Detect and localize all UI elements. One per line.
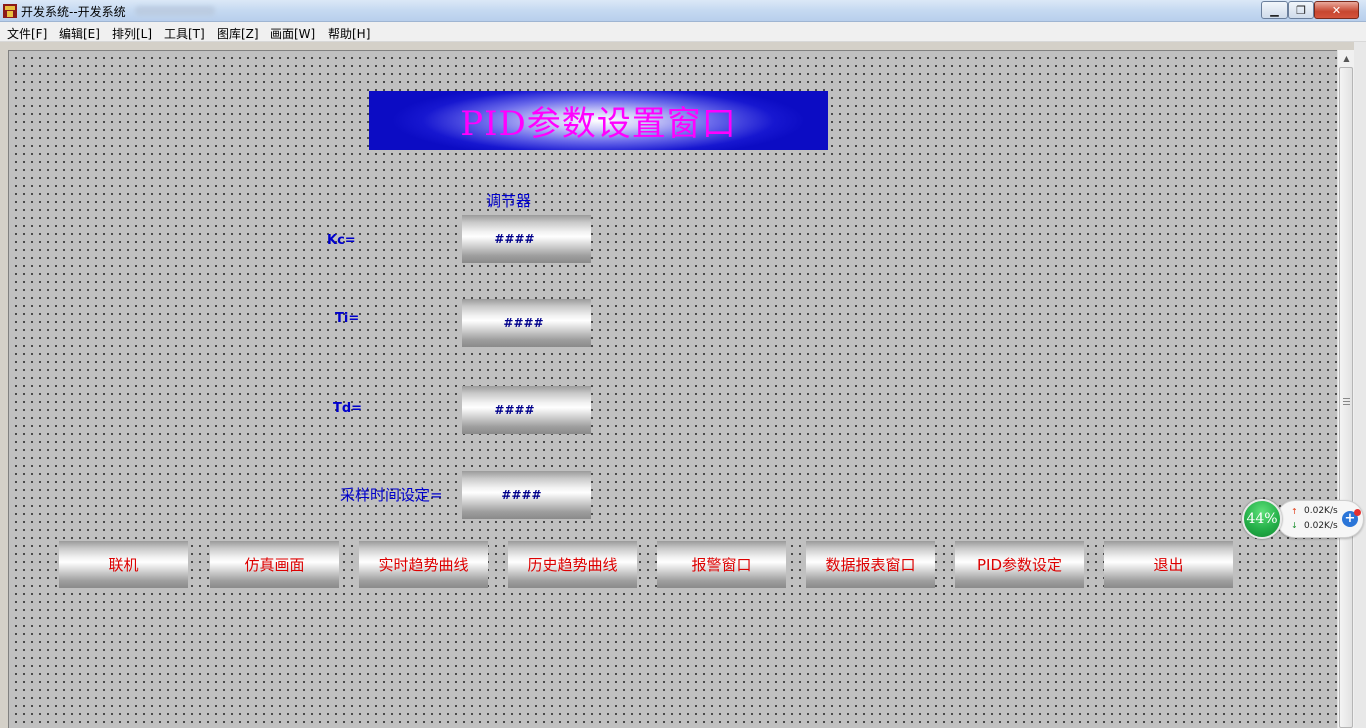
nav-pid-settings-label: PID参数设定 [976,556,1063,574]
close-button[interactable]: ✕ [1314,1,1359,19]
param-td-field[interactable]: #### [462,386,591,434]
nav-history-trend-button[interactable]: 历史趋势曲线 [508,541,637,588]
menu-file[interactable]: 文件[F] [7,25,47,42]
param-kc-label: Kc= [327,233,356,248]
window-title: 开发系统--开发系统 [21,5,126,19]
window-right-edge [1354,42,1366,728]
menu-arrange[interactable]: 排列[L] [112,25,152,42]
nav-exit-button[interactable]: 退出 [1104,541,1233,588]
nav-online-button[interactable]: 联机 [59,541,188,588]
param-kc-field[interactable]: #### [462,215,591,263]
nav-exit-label: 退出 [1153,556,1184,574]
menu-screen[interactable]: 画面[W] [270,25,315,42]
menu-tools[interactable]: 工具[T] [164,25,205,42]
nav-report-button[interactable]: 数据报表窗口 [806,541,935,588]
vertical-scrollbar[interactable]: ▲ [1337,50,1354,728]
upload-speed: 0.02K/s [1304,506,1338,516]
menu-library[interactable]: 图库[Z] [217,25,259,42]
title-banner: PID参数设置窗口 [369,91,828,150]
minimize-icon: ▁ [1270,3,1279,17]
scroll-up-icon[interactable]: ▲ [1338,50,1355,67]
usage-percent: 44% [1246,511,1278,527]
nav-simulation-label: 仿真画面 [244,556,305,574]
menu-help[interactable]: 帮助[H] [328,25,370,42]
network-speed-widget[interactable]: 44% ↑ 0.02K/s ↓ 0.02K/s + [1242,499,1364,539]
param-ti-value: #### [503,316,544,330]
menu-bar: 文件[F] 编辑[E] 排列[L] 工具[T] 图库[Z] 画面[W] 帮助[H… [0,22,1366,42]
nav-realtime-trend-button[interactable]: 实时趋势曲线 [359,541,488,588]
title-blurred-region [135,6,215,16]
minimize-button[interactable]: ▁ [1261,1,1288,19]
scroll-thumb[interactable] [1339,67,1353,728]
nav-pid-settings-button[interactable]: PID参数设定 [955,541,1084,588]
nav-online-label: 联机 [108,556,139,574]
nav-realtime-trend-label: 实时趋势曲线 [378,556,469,574]
grip-icon [1343,398,1350,405]
param-sample-time-label: 采样时间设定= [340,486,443,504]
section-label: 调节器 [486,192,532,210]
param-td-label: Td= [333,401,363,416]
param-sample-time-field[interactable]: #### [462,471,591,519]
upload-arrow-icon: ↑ [1291,507,1298,516]
param-sample-time-value: #### [501,488,542,502]
download-speed: 0.02K/s [1304,521,1338,531]
nav-alarm-label: 报警窗口 [691,556,752,574]
title-bar: 开发系统--开发系统 ▁ ❐ ✕ [0,0,1366,22]
close-icon: ✕ [1331,3,1342,17]
nav-alarm-button[interactable]: 报警窗口 [657,541,786,588]
banner-title: PID参数设置窗口 [460,104,737,144]
nav-history-trend-label: 历史趋势曲线 [527,556,618,574]
download-arrow-icon: ↓ [1291,521,1298,530]
param-ti-label: Ti= [335,311,360,326]
restore-icon: ❐ [1296,3,1306,17]
param-ti-field[interactable]: #### [462,299,591,347]
restore-button[interactable]: ❐ [1288,1,1314,19]
param-td-value: #### [494,403,535,417]
nav-report-label: 数据报表窗口 [825,556,916,574]
app-icon [3,4,17,18]
param-kc-value: #### [494,232,535,246]
usage-circle[interactable]: 44% [1242,499,1282,539]
nav-simulation-button[interactable]: 仿真画面 [210,541,339,588]
design-canvas[interactable] [8,50,1337,728]
menu-edit[interactable]: 编辑[E] [59,25,100,42]
notification-dot-icon [1354,509,1361,516]
